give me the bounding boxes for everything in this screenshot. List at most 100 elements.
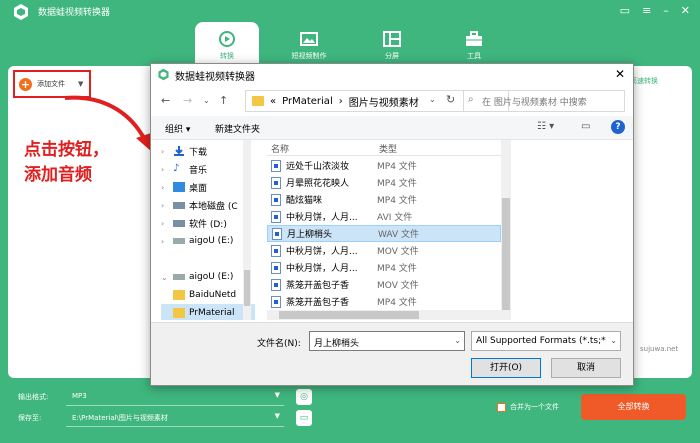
checkbox-box[interactable] [497, 402, 506, 412]
output-format-select[interactable]: MP3 ▼ [66, 388, 284, 406]
save-to-label: 保存至: [18, 414, 42, 422]
folder-icon [173, 290, 185, 300]
tree-scrollbar-thumb[interactable] [244, 270, 250, 306]
video-file-icon [271, 261, 281, 274]
merge-checkbox[interactable]: 合并为一个文件 [497, 402, 559, 412]
folder-icon [173, 308, 185, 318]
close-icon[interactable]: ✕ [615, 67, 625, 81]
forward-arrow-icon[interactable]: → [183, 94, 192, 107]
music-icon: ♪ [173, 163, 180, 174]
file-list: 名称 类型 远处千山浓淡妆 MP4 文件 月晕照花花映人 MP4 文件 酷炫猫咪 MP… [267, 140, 501, 320]
chevron-down-icon: ▼ [274, 412, 280, 420]
usb-drive-icon [173, 274, 185, 280]
tab-convert[interactable]: 转换 [195, 22, 259, 66]
organize-menu[interactable]: 组织 ▾ [165, 122, 190, 135]
filename-input[interactable]: 月上柳梢头 ⌄ [309, 331, 465, 351]
file-list-hscroll-thumb[interactable] [279, 311, 419, 319]
file-row[interactable]: 中秋月饼，人月... MP4 文件 [267, 259, 501, 276]
file-row[interactable]: 蒸笼开盖包子香 MOV 文件 [267, 276, 501, 293]
filetype-select[interactable]: All Supported Formats (*.ts;* ⌄ [471, 331, 621, 351]
speed-convert-toggle[interactable]: 高速转换 [630, 76, 658, 86]
column-type[interactable]: 类型 [379, 142, 397, 155]
annotation-text: 点击按钮， 添加音频 [24, 140, 109, 185]
chevron-down-icon[interactable]: ▼ [78, 80, 83, 88]
file-row[interactable]: 月晕照花花映人 MP4 文件 [267, 174, 501, 191]
file-row[interactable]: 中秋月饼，人月... MOV 文件 [267, 242, 501, 259]
watermark: sujuwa.net [640, 345, 679, 353]
tab-short-video[interactable]: 短视频制作 [277, 22, 341, 66]
dialog-title: 数据蛙视频转换器 [175, 72, 255, 83]
filename-label: 文件名(N): [257, 339, 301, 349]
breadcrumb-item[interactable]: 图片与视频素材 [349, 94, 419, 109]
video-file-icon [271, 176, 281, 189]
file-row-selected[interactable]: 月上柳梢头 WAV 文件 [267, 225, 501, 242]
file-row[interactable]: 远处千山浓淡妆 MP4 文件 [267, 157, 501, 174]
audio-file-icon [272, 227, 282, 240]
dialog-titlebar: 数据蛙视频转换器 ✕ [151, 64, 633, 86]
minimize-icon[interactable]: – [663, 4, 669, 17]
close-icon[interactable]: ✕ [681, 4, 690, 17]
save-path-select[interactable]: E:\PrMaterial\图片与视频素材 ▼ [66, 409, 284, 427]
open-button[interactable]: 打开(O) [471, 358, 541, 378]
app-title: 数据蛙视频转换器 [38, 8, 111, 18]
file-row[interactable]: 中秋月饼，人月... AVI 文件 [267, 208, 501, 225]
tab-split-screen[interactable]: 分屏 [360, 22, 424, 66]
back-arrow-icon[interactable]: ← [161, 94, 170, 107]
top-bar: 数据蛙视频转换器 ▭ ≡ – ✕ 转换 短视频制作 分屏 工具 [0, 0, 700, 66]
split-screen-icon [383, 31, 401, 47]
file-list-vscroll-thumb[interactable] [502, 198, 510, 310]
recent-chevron-icon[interactable]: ⌄ [203, 96, 210, 105]
cancel-button[interactable]: 取消 [551, 358, 621, 378]
settings-icon[interactable]: ◎ [296, 389, 312, 405]
folder-icon [252, 96, 264, 106]
chevron-down-icon[interactable]: ⌄ [610, 336, 617, 345]
search-input[interactable]: ⌕ 在 图片与视频素材 中搜索 [463, 90, 625, 112]
open-folder-icon[interactable]: ▭ [296, 410, 312, 426]
tree-item[interactable]: › 下载 [161, 142, 255, 160]
file-list-header: 名称 类型 [267, 140, 501, 156]
folder-tree: › 下载 › ♪ 音乐 › 桌面 › 本地磁盘 (C › 软件 (D:) › a… [161, 140, 255, 320]
tree-item[interactable]: ⌄ aigoU (E:) [161, 268, 255, 286]
help-icon[interactable]: ? [611, 120, 625, 134]
app-logo-icon [14, 4, 28, 20]
up-arrow-icon[interactable]: ↑ [219, 94, 228, 107]
file-row[interactable]: 酷炫猫咪 MP4 文件 [267, 191, 501, 208]
output-format-label: 输出格式: [18, 393, 49, 401]
tab-label: 转换 [220, 52, 234, 60]
drive-icon [173, 201, 185, 209]
desktop-icon [173, 182, 185, 192]
video-file-icon [271, 244, 281, 257]
convert-all-button[interactable]: 全部转换 [581, 394, 686, 420]
drive-icon [173, 219, 185, 227]
view-options-icon[interactable]: ☷ ▾ [537, 121, 554, 132]
chevron-down-icon: ▼ [274, 391, 280, 399]
add-file-label: 添加文件 [37, 80, 65, 88]
download-icon [174, 146, 184, 156]
column-name[interactable]: 名称 [271, 142, 289, 155]
breadcrumb-item[interactable]: PrMaterial [282, 96, 333, 107]
video-file-icon [271, 278, 281, 291]
tree-item[interactable]: BaiduNetd [161, 286, 255, 304]
tree-item[interactable]: › 本地磁盘 (C [161, 196, 255, 214]
tree-item[interactable]: › 软件 (D:) [161, 214, 255, 232]
new-folder-button[interactable]: 新建文件夹 [215, 122, 260, 135]
tab-tools[interactable]: 工具 [442, 22, 506, 66]
app-logo-icon [158, 68, 169, 81]
menu-icon[interactable]: ≡ [642, 4, 651, 17]
chevron-down-icon[interactable]: ⌄ [429, 95, 436, 104]
search-icon: ⌕ [468, 94, 474, 105]
video-file-icon [271, 193, 281, 206]
file-row[interactable]: 蒸笼开盖包子香 MP4 文件 [267, 293, 501, 310]
image-icon [300, 32, 318, 46]
tree-item[interactable]: › 桌面 [161, 178, 255, 196]
tree-item[interactable]: › aigoU (E:) [161, 232, 255, 250]
feedback-icon[interactable]: ▭ [620, 4, 630, 17]
open-file-dialog: 数据蛙视频转换器 ✕ ← → ⌄ ↑ « PrMaterial › 图片与视频素… [150, 63, 634, 386]
tree-item-selected[interactable]: PrMaterial [161, 304, 255, 320]
preview-pane-icon[interactable]: ▭ [581, 121, 590, 132]
chevron-down-icon[interactable]: ⌄ [454, 336, 461, 345]
refresh-icon[interactable]: ↻ [446, 93, 455, 106]
plus-icon: + [19, 77, 32, 91]
tree-item[interactable]: › ♪ 音乐 [161, 160, 255, 178]
dialog-footer: 文件名(N): 月上柳梢头 ⌄ All Supported Formats (*… [151, 322, 633, 385]
